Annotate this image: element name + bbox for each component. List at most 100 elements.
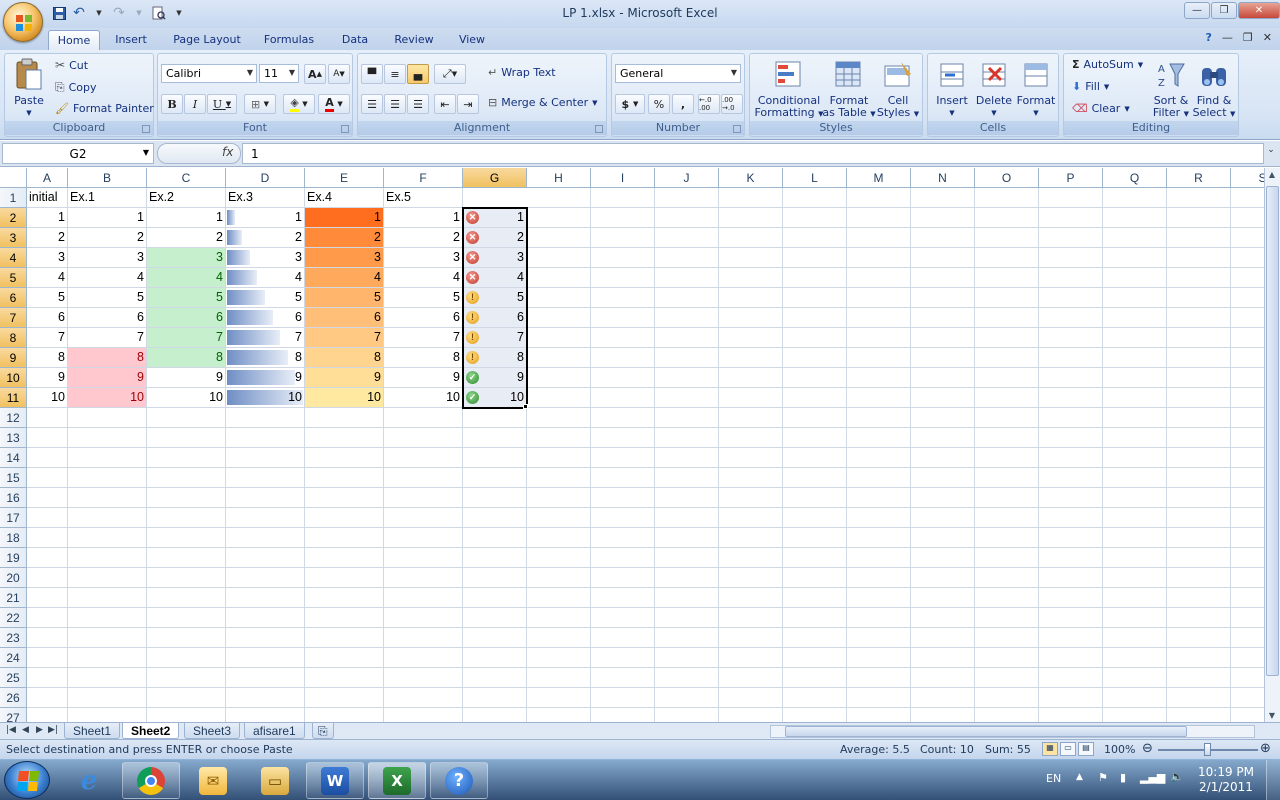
empty-cell[interactable] [27, 408, 68, 428]
empty-cell[interactable] [1039, 708, 1103, 722]
empty-cell[interactable] [655, 308, 719, 328]
empty-cell[interactable] [68, 508, 147, 528]
empty-cell[interactable] [147, 468, 226, 488]
middle-align-icon[interactable]: ≡ [384, 64, 406, 84]
help-icon[interactable]: ? [430, 762, 488, 799]
page-layout-view-icon[interactable]: ▭ [1060, 742, 1076, 756]
empty-cell[interactable] [591, 288, 655, 308]
empty-cell[interactable] [1039, 588, 1103, 608]
empty-cell[interactable] [1039, 248, 1103, 268]
cell-d5[interactable]: 4 [226, 268, 305, 288]
empty-cell[interactable] [147, 668, 226, 688]
workbook-minimize-icon[interactable]: — [1222, 31, 1233, 44]
column-header-a[interactable]: A [27, 168, 68, 188]
empty-cell[interactable] [911, 228, 975, 248]
column-header-l[interactable]: L [783, 168, 847, 188]
empty-cell[interactable] [847, 228, 911, 248]
volume-icon[interactable]: 🔈 [1170, 770, 1184, 783]
empty-cell[interactable] [226, 668, 305, 688]
empty-cell[interactable] [1039, 508, 1103, 528]
empty-cell[interactable] [719, 628, 783, 648]
empty-cell[interactable] [655, 448, 719, 468]
empty-cell[interactable] [911, 548, 975, 568]
cell-d10[interactable]: 9 [226, 368, 305, 388]
cell-c9[interactable]: 8 [147, 348, 226, 368]
empty-cell[interactable] [975, 668, 1039, 688]
empty-cell[interactable] [975, 608, 1039, 628]
empty-cell[interactable] [911, 308, 975, 328]
empty-cell[interactable] [1167, 368, 1231, 388]
number-format-select[interactable]: General ▼ [615, 64, 741, 83]
sheet-tab-sheet3[interactable]: Sheet3 [184, 723, 241, 739]
empty-cell[interactable] [911, 368, 975, 388]
empty-cell[interactable] [1231, 188, 1264, 208]
column-header-c[interactable]: C [147, 168, 226, 188]
empty-cell[interactable] [975, 428, 1039, 448]
cell-f6[interactable]: 5 [384, 288, 463, 308]
empty-cell[interactable] [1167, 288, 1231, 308]
cell-c3[interactable]: 2 [147, 228, 226, 248]
empty-cell[interactable] [655, 288, 719, 308]
empty-cell[interactable] [975, 688, 1039, 708]
cell-f5[interactable]: 4 [384, 268, 463, 288]
row-header-19[interactable]: 19 [0, 548, 27, 568]
empty-cell[interactable] [1103, 228, 1167, 248]
row-header-14[interactable]: 14 [0, 448, 27, 468]
empty-cell[interactable] [27, 428, 68, 448]
empty-cell[interactable] [1167, 568, 1231, 588]
empty-cell[interactable] [655, 268, 719, 288]
action-center-flag-icon[interactable]: ⚑ [1098, 771, 1108, 784]
cell-f10[interactable]: 9 [384, 368, 463, 388]
empty-cell[interactable] [1231, 548, 1264, 568]
empty-cell[interactable] [911, 388, 975, 408]
normal-view-icon[interactable]: ▦ [1042, 742, 1058, 756]
empty-cell[interactable] [719, 368, 783, 388]
empty-cell[interactable] [305, 668, 384, 688]
empty-cell[interactable] [591, 688, 655, 708]
empty-cell[interactable] [1103, 688, 1167, 708]
column-header-g[interactable]: G [463, 168, 527, 188]
empty-cell[interactable] [655, 688, 719, 708]
empty-cell[interactable] [1039, 308, 1103, 328]
column-header-f[interactable]: F [384, 168, 463, 188]
cell-g9[interactable]: ! 8 [463, 348, 527, 368]
row-header-22[interactable]: 22 [0, 608, 27, 628]
empty-cell[interactable] [27, 468, 68, 488]
empty-cell[interactable] [527, 568, 591, 588]
empty-cell[interactable] [783, 548, 847, 568]
cell-a10[interactable]: 9 [27, 368, 68, 388]
empty-cell[interactable] [1167, 668, 1231, 688]
empty-cell[interactable] [975, 188, 1039, 208]
empty-cell[interactable] [384, 648, 463, 668]
empty-cell[interactable] [147, 648, 226, 668]
empty-cell[interactable] [847, 448, 911, 468]
row-header-26[interactable]: 26 [0, 688, 27, 708]
empty-cell[interactable] [384, 608, 463, 628]
top-align-icon[interactable]: ▀ [361, 64, 383, 84]
empty-cell[interactable] [911, 628, 975, 648]
help-icon[interactable]: ? [1206, 31, 1212, 44]
empty-cell[interactable] [911, 608, 975, 628]
empty-cell[interactable] [847, 488, 911, 508]
empty-cell[interactable] [305, 568, 384, 588]
empty-cell[interactable] [68, 628, 147, 648]
column-header-j[interactable]: J [655, 168, 719, 188]
empty-cell[interactable] [68, 468, 147, 488]
cell-g6[interactable]: ! 5 [463, 288, 527, 308]
sheet-tab-sheet1[interactable]: Sheet1 [64, 723, 121, 739]
empty-cell[interactable] [847, 588, 911, 608]
wrap-text-button[interactable]: ↵ Wrap Text [488, 66, 556, 79]
empty-cell[interactable] [719, 608, 783, 628]
tab-formulas[interactable]: Formulas [258, 30, 320, 50]
empty-cell[interactable] [305, 708, 384, 722]
empty-cell[interactable] [527, 628, 591, 648]
empty-cell[interactable] [384, 588, 463, 608]
empty-cell[interactable] [719, 508, 783, 528]
empty-cell[interactable] [847, 268, 911, 288]
vertical-scrollbar[interactable]: ▲ ▼ [1264, 168, 1280, 722]
empty-cell[interactable] [1103, 388, 1167, 408]
empty-cell[interactable] [27, 688, 68, 708]
cell-a11[interactable]: 10 [27, 388, 68, 408]
empty-cell[interactable] [783, 228, 847, 248]
empty-cell[interactable] [1231, 488, 1264, 508]
